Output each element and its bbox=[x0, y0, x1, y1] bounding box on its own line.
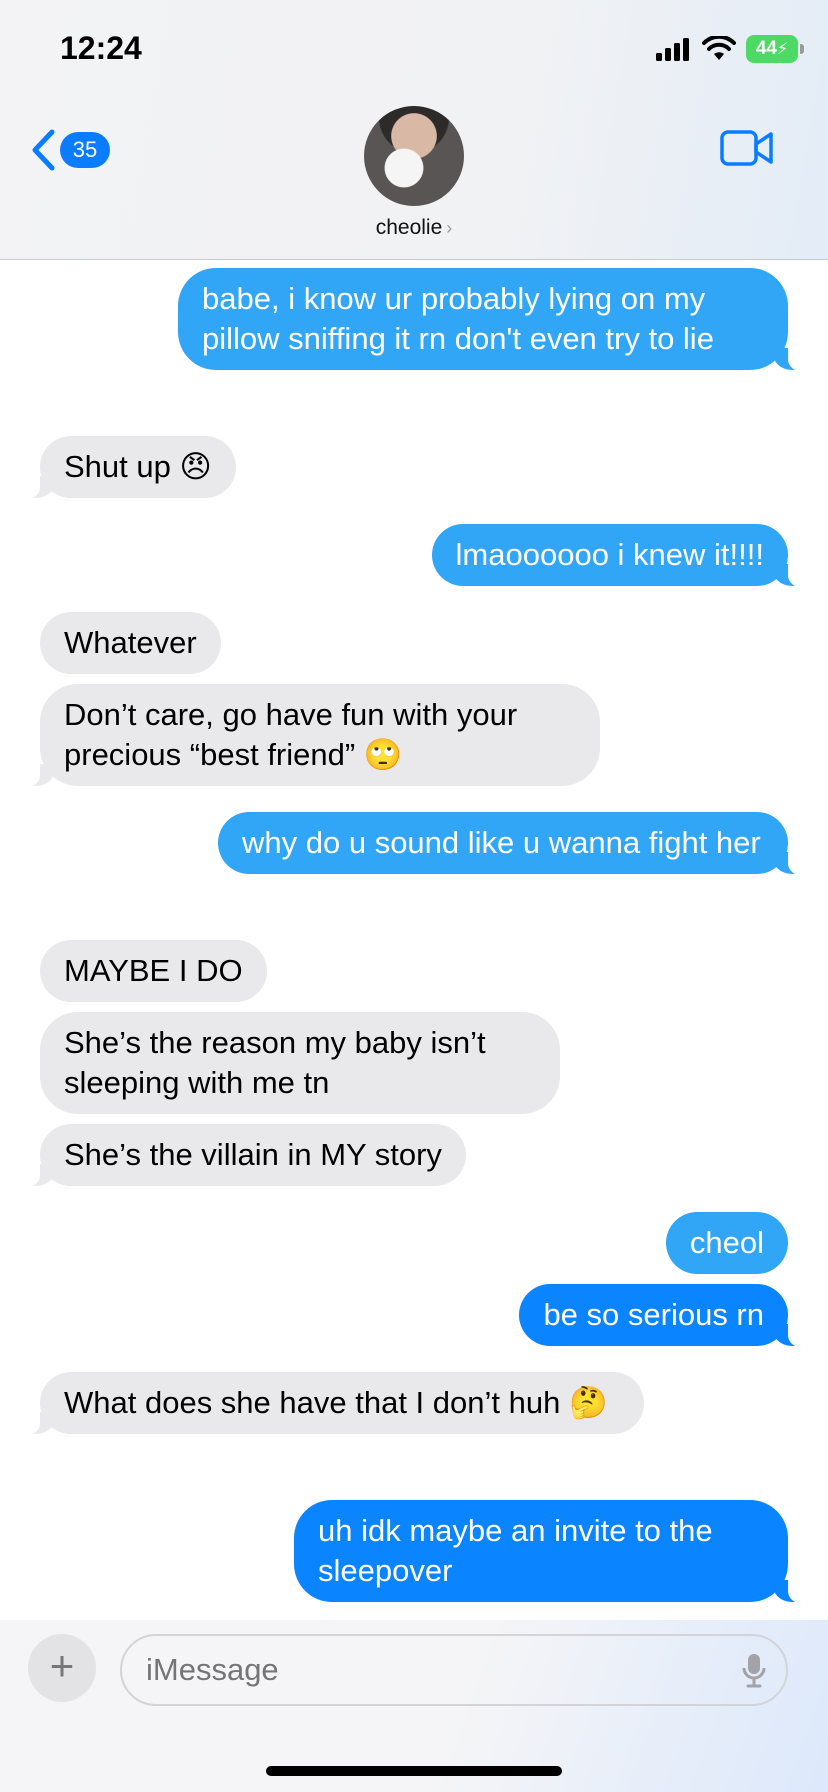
status-time: 12:24 bbox=[60, 30, 142, 66]
chevron-left-icon bbox=[32, 129, 55, 171]
message-bubble-received[interactable]: What does she have that I don’t huh 🤔 bbox=[20, 1372, 644, 1435]
battery-indicator: 44 ⚡ bbox=[746, 35, 804, 63]
back-button[interactable]: 35 bbox=[30, 128, 110, 172]
message-bubble-received[interactable]: She’s the villain in MY story bbox=[20, 1124, 466, 1187]
imessage-input[interactable] bbox=[120, 1634, 788, 1706]
battery-level: 44 bbox=[755, 38, 777, 59]
message-bubble-sent[interactable]: be so serious rn bbox=[519, 1284, 808, 1347]
message-bubble-sent[interactable]: uh idk maybe an invite to the sleepover bbox=[294, 1500, 808, 1603]
microphone-icon bbox=[742, 1654, 766, 1688]
message-bubble-received[interactable]: She’s the reason my baby isn’t sleeping … bbox=[40, 1012, 560, 1114]
contact-name[interactable]: cheolie › bbox=[0, 216, 828, 240]
dictation-button[interactable] bbox=[742, 1652, 766, 1693]
chevron-right-icon: › bbox=[446, 218, 453, 238]
contact-name-label: cheolie bbox=[375, 216, 443, 239]
apps-plus-button[interactable]: + bbox=[28, 1634, 96, 1702]
message-bubble-sent[interactable]: babe, i know ur probably lying on my pil… bbox=[178, 268, 808, 371]
cellular-signal-icon bbox=[656, 38, 689, 61]
contact-avatar[interactable] bbox=[364, 106, 464, 206]
message-bubble-sent[interactable]: lmaoooooo i knew it!!!! bbox=[431, 524, 809, 587]
conversation-header: 12:24 44 ⚡ 35 cheolie › bbox=[0, 0, 828, 260]
unread-count-badge: 35 bbox=[60, 132, 110, 168]
message-bubble-sent[interactable]: cheol bbox=[665, 1212, 788, 1274]
message-bubble-received[interactable]: MAYBE I DO bbox=[40, 940, 267, 1002]
video-call-button[interactable] bbox=[720, 130, 774, 171]
message-bubble-received[interactable]: Whatever bbox=[40, 612, 221, 674]
video-camera-icon bbox=[720, 130, 773, 166]
home-indicator[interactable] bbox=[266, 1766, 562, 1776]
message-bubble-sent[interactable]: why do u sound like u wanna fight her bbox=[218, 812, 808, 875]
message-bubble-received[interactable]: Don’t care, go have fun with your precio… bbox=[20, 684, 600, 787]
message-bubble-received[interactable]: Shut up 😠 bbox=[20, 436, 236, 499]
status-icons: 44 ⚡ bbox=[656, 34, 804, 64]
wifi-icon bbox=[702, 36, 736, 60]
